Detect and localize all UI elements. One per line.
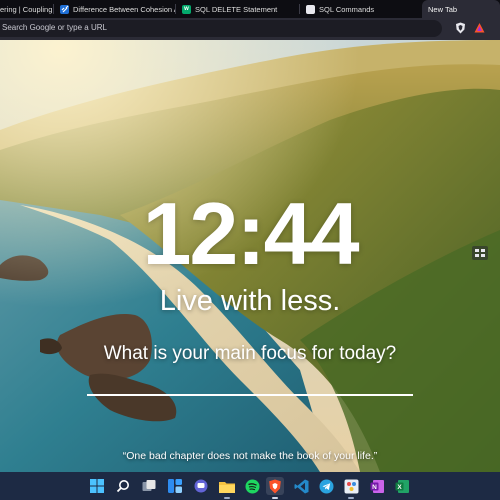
tab-label: Difference Between Cohesion And	[73, 4, 176, 14]
taskbar: N X	[0, 472, 500, 500]
brave-shield-icon[interactable]	[455, 22, 466, 34]
tab-label: SQL DELETE Statement	[195, 4, 278, 14]
svg-text:N: N	[372, 483, 377, 490]
tab-label: SQL Commands	[319, 4, 375, 14]
widgets-icon[interactable]	[166, 477, 184, 495]
svg-text:X: X	[397, 483, 402, 490]
tab-strip: ering | Coupling Difference Between Cohe…	[0, 0, 500, 18]
task-view-icon[interactable]	[140, 477, 158, 495]
focus-input[interactable]	[87, 372, 413, 396]
search-icon[interactable]	[114, 477, 132, 495]
focus-question: What is your main focus for today?	[103, 343, 397, 364]
chat-icon[interactable]	[192, 477, 210, 495]
browser-toolbar: Search Google or type a URL	[0, 18, 500, 40]
windows-start-icon[interactable]	[88, 477, 106, 495]
spotify-icon[interactable]	[243, 477, 261, 495]
telegram-icon[interactable]	[317, 477, 335, 495]
brave-browser-icon[interactable]	[266, 477, 284, 499]
tab-sql-commands[interactable]: SQL Commands	[300, 0, 422, 18]
tab-new-tab[interactable]: New Tab	[422, 0, 500, 18]
mantra-text: Live with less.	[159, 285, 341, 317]
file-explorer-icon[interactable]	[218, 477, 236, 499]
tab-label: New Tab	[428, 4, 458, 14]
daily-quote[interactable]: “One bad chapter does not make the book …	[0, 450, 500, 462]
clock: 12:44	[142, 184, 359, 283]
brave-rewards-icon[interactable]	[474, 22, 485, 34]
tab-sql-delete[interactable]: w SQL DELETE Statement	[176, 0, 300, 18]
w3schools-icon: w	[182, 4, 191, 14]
address-placeholder: Search Google or type a URL	[2, 23, 107, 32]
tab-cohesion[interactable]: Difference Between Cohesion And	[54, 0, 176, 18]
address-bar[interactable]: Search Google or type a URL	[0, 20, 442, 37]
onenote-icon[interactable]: N	[368, 477, 386, 495]
paint-icon[interactable]	[342, 477, 360, 499]
tab-coupling[interactable]: ering | Coupling	[0, 0, 54, 18]
excel-icon[interactable]: X	[393, 477, 411, 495]
document-icon	[306, 4, 315, 14]
link-icon	[60, 4, 69, 14]
vscode-icon[interactable]	[292, 477, 310, 495]
tab-label: ering | Coupling	[0, 4, 53, 14]
